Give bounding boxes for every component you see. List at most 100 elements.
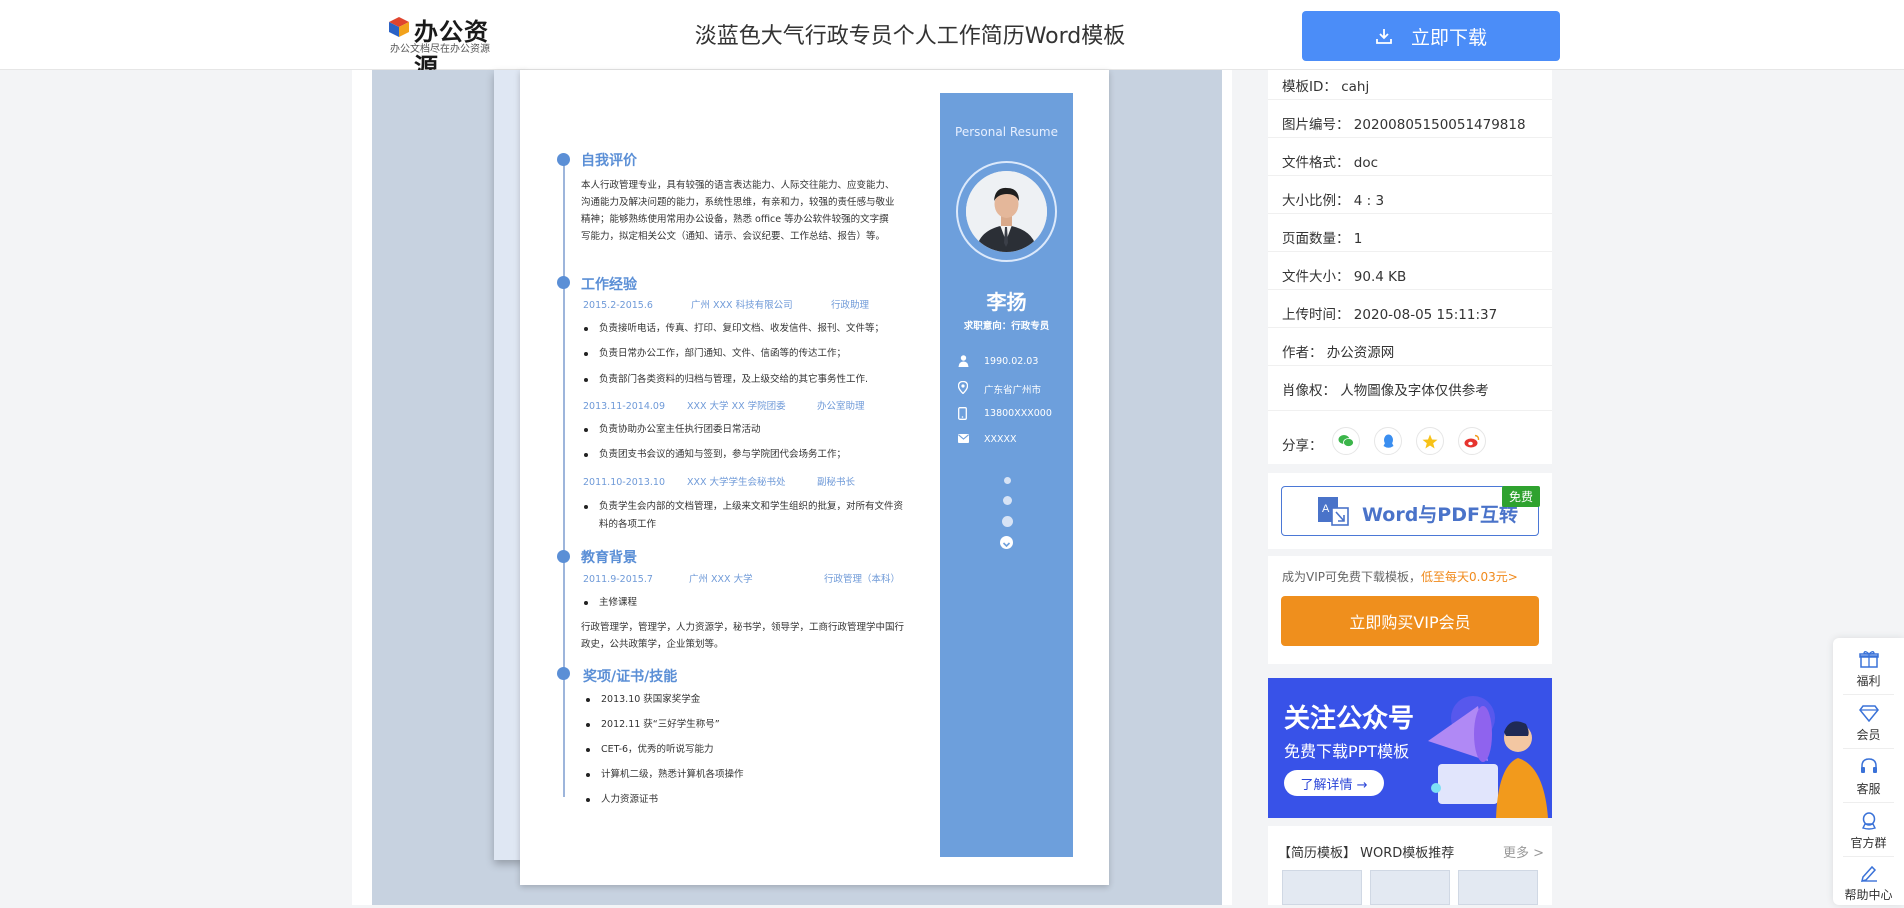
float-label: 官方群 (1850, 836, 1887, 850)
mail-icon (958, 433, 970, 447)
float-label: 福利 (1856, 674, 1881, 688)
share-label: 分享： (1282, 438, 1323, 454)
logo-subtitle: 办公文档尽在办公资源 (390, 44, 490, 55)
divider (1268, 99, 1552, 100)
top-bar: 办公资源 办公文档尽在办公资源 淡蓝色大气行政专员个人工作简历Word模板 立即… (0, 0, 1904, 81)
list-item: 负责日常办公工作，部门通知、文件、信函等的传达工作； (584, 345, 904, 363)
divider (1843, 802, 1894, 803)
banner-title: 关注公众号 (1284, 704, 1415, 734)
list-item: 计算机二级，熟悉计算机各项操作 (586, 766, 906, 784)
person-icon (958, 355, 970, 369)
qq-icon (1383, 434, 1393, 448)
list-item: 负责协助办公室主任执行团委日常活动 (584, 421, 904, 439)
recommend-thumbnail[interactable] (1370, 870, 1450, 905)
recommend-thumbnail[interactable] (1282, 870, 1362, 905)
divider (1843, 748, 1894, 749)
svg-text:A: A (1322, 503, 1330, 515)
job-header: 2015.2-2015.6 广州 XXX 科技有限公司 行政助理 (583, 297, 869, 311)
qq-share-button[interactable] (1374, 427, 1402, 455)
list-item: 负责团支书会议的通知与签到，参与学院团代会场务工作； (584, 446, 904, 464)
job-header: 2013.11-2014.09 XXX 大学 XX 学院团委 办公室助理 (583, 398, 865, 412)
float-item-service[interactable]: 客服 (1833, 750, 1904, 802)
float-item-help[interactable]: 帮助中心 (1833, 856, 1904, 908)
recommend-title: 【简历模板】 WORD模板推荐 (1278, 846, 1455, 861)
float-item-vip[interactable]: 会员 (1833, 696, 1904, 748)
free-badge: 免费 (1501, 486, 1540, 507)
template-info-panel: 模板ID： cahj 图片编号： 20200805150051479818 文件… (1268, 70, 1552, 464)
birth-row: 1990.02.03 (958, 355, 1068, 371)
divider (1268, 175, 1552, 176)
divider (1268, 251, 1552, 252)
diamond-icon (1859, 705, 1879, 722)
list-item: 负责学生会内部的文档管理，上级来文和学生组织的批复，对所有文件资料的各项工作 (584, 498, 904, 534)
recommend-more-link[interactable]: 更多 > (1503, 842, 1544, 861)
divider (1268, 410, 1552, 411)
info-row: 页面数量： 1 (1282, 231, 1363, 247)
logo-cube-icon (389, 17, 409, 37)
job-header: 2011.10-2013.10 XXX 大学学生会秘书处 副秘书长 (583, 474, 855, 488)
edu-school: 广州 XXX 大学 (689, 574, 753, 585)
vip-price-link[interactable]: 低至每天0.03元> (1421, 570, 1518, 584)
recommend-thumbnail[interactable] (1458, 870, 1538, 905)
weibo-share-button[interactable] (1458, 427, 1486, 455)
site-logo[interactable]: 办公资源 办公文档尽在办公资源 (388, 12, 498, 81)
info-row: 模板ID： cahj (1282, 79, 1370, 95)
decor-dot (1004, 477, 1011, 484)
page-title: 淡蓝色大气行政专员个人工作简历Word模板 (694, 24, 1126, 49)
list-item: CET-6，优秀的听说写能力 (586, 741, 906, 759)
job-date: 2013.11-2014.09 (583, 401, 665, 412)
float-item-group[interactable]: 官方群 (1833, 804, 1904, 856)
vip-box: 成为VIP可免费下载模板，低至每天0.03元> 立即购买VIP会员 (1268, 556, 1552, 664)
qzone-share-button[interactable] (1416, 427, 1444, 455)
info-row: 大小比例： 4 : 3 (1282, 193, 1385, 209)
resume-name: 李扬 (986, 290, 1027, 314)
banner-more-button[interactable]: 了解详情 → (1284, 770, 1384, 796)
info-row: 文件格式： doc (1282, 155, 1379, 171)
divider (1268, 327, 1552, 328)
info-row: 作者： 办公资源网 (1282, 345, 1395, 361)
list-item: 负责部门各类资料的归档与管理，及上级交给的其它事务性工作. (584, 371, 904, 389)
section-dot (557, 276, 570, 289)
resume-page: 自我评价 本人行政管理专业，具有较强的语言表达能力、人际交往能力、应变能力、沟通… (520, 70, 1109, 885)
template-preview: 自我评价 本人行政管理专业，具有较强的语言表达能力、人际交往能力、应变能力、沟通… (352, 70, 1232, 905)
weibo-icon (1464, 434, 1480, 448)
divider (1843, 694, 1894, 695)
resume-side-title: Personal Resume (955, 125, 1058, 139)
birth-text: 1990.02.03 (984, 356, 1039, 367)
info-row: 上传时间： 2020-08-05 15:11:37 (1282, 307, 1498, 323)
job-role: 办公室助理 (817, 401, 865, 412)
list-item: 主修课程 (584, 594, 904, 612)
vip-note: 成为VIP可免费下载模板，低至每天0.03元> (1282, 570, 1518, 584)
job-org: XXX 大学学生会秘书处 (687, 477, 786, 488)
wechat-follow-banner[interactable]: 关注公众号 免费下载PPT模板 了解详情 → (1268, 678, 1552, 818)
section-title-work: 工作经验 (581, 277, 637, 293)
wechat-icon (1338, 435, 1354, 447)
download-button[interactable]: 立即下载 (1302, 11, 1560, 61)
info-row: 文件大小： 90.4 KB (1282, 269, 1407, 285)
job-role: 行政助理 (831, 300, 870, 311)
info-row: 肖像权： 人物圖像及字体仅供参考 (1282, 383, 1489, 399)
pdf-convert-label: Word与PDF互转 (1362, 504, 1518, 526)
pdf-convert-box: A Word与PDF互转 免费 (1268, 473, 1552, 549)
headset-icon (1861, 758, 1877, 773)
job-date: 2011.10-2013.10 (583, 477, 665, 488)
star-icon (1422, 434, 1438, 448)
recommend-box: 【简历模板】 WORD模板推荐 更多 > (1268, 826, 1552, 905)
self-eval-text: 本人行政管理专业，具有较强的语言表达能力、人际交往能力、应变能力、沟通能力及解决… (581, 180, 895, 242)
email-row: XXXXX (958, 433, 1068, 449)
wechat-share-button[interactable] (1332, 427, 1360, 455)
avatar-photo (966, 171, 1047, 252)
job-org: 广州 XXX 科技有限公司 (691, 300, 793, 311)
buy-vip-button[interactable]: 立即购买VIP会员 (1281, 596, 1539, 646)
divider (1268, 365, 1552, 366)
location-row: 广东省广州市 (957, 380, 1068, 397)
section-dot (557, 667, 570, 680)
resume-intent: 求职意向：行政专员 (963, 321, 1050, 332)
job-role: 副秘书长 (817, 477, 856, 488)
download-label: 立即下载 (1410, 26, 1487, 49)
qq-group-icon (1862, 812, 1876, 830)
float-item-gift[interactable]: 福利 (1833, 642, 1904, 694)
job-org: XXX 大学 XX 学院团委 (687, 401, 786, 412)
word-pdf-convert-button[interactable]: A Word与PDF互转 免费 (1281, 486, 1540, 536)
section-dot (557, 153, 570, 166)
